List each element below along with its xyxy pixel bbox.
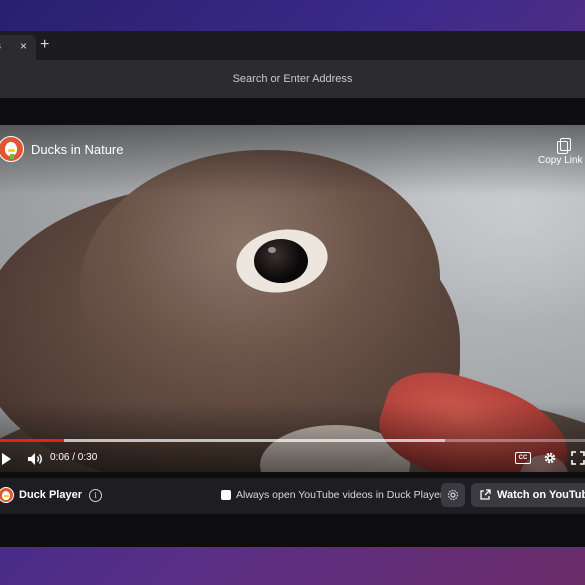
toolbar: Search or Enter Address [0,60,585,98]
duck-player-bar: Duck Player i Always open YouTube videos… [0,478,585,514]
always-open-checkbox[interactable] [221,490,231,500]
fullscreen-icon[interactable] [571,451,585,465]
external-link-icon [480,489,491,500]
close-icon[interactable]: × [20,39,27,53]
address-bar[interactable]: Search or Enter Address [0,66,585,92]
plus-icon[interactable]: + [40,37,49,53]
copy-link-button[interactable]: Copy Link [538,138,585,166]
volume-icon[interactable] [27,452,43,466]
duck-image-eye [254,239,308,283]
play-icon[interactable] [2,453,11,465]
copy-icon [557,138,571,154]
cc-icon[interactable]: CC [515,452,531,464]
gear-icon[interactable] [543,451,557,465]
duck-image-eye-glint [268,247,276,253]
player-controls: 0:06 / 0:30 CC [0,447,585,469]
info-icon[interactable]: i [88,488,102,502]
page-content: Ducks in Nature Copy Link 0:06 / 0:30 CC [0,98,585,547]
buffered-bar [0,439,445,442]
copy-link-label: Copy Link [538,155,583,166]
played-bar [0,439,65,442]
tab-active[interactable]: s × [0,35,36,60]
address-placeholder: Search or Enter Address [232,73,353,85]
tab-title: s [0,41,1,52]
browser-window: s × + Search or Enter Address [0,31,585,547]
video-player[interactable]: Ducks in Nature Copy Link 0:06 / 0:30 CC [0,125,585,472]
channel-header[interactable]: Ducks in Nature [0,136,123,162]
always-open-label: Always open YouTube videos in Duck Playe… [236,489,444,501]
watch-on-youtube-button[interactable]: Watch on YouTube [471,483,585,507]
watch-on-youtube-label: Watch on YouTube [497,489,585,501]
progress-bar[interactable] [0,439,585,442]
duck-player-brand: Duck Player i [0,487,102,503]
duck-player-settings-button[interactable] [441,483,465,507]
video-title: Ducks in Nature [31,141,124,157]
tab-bar: s × + [0,31,585,60]
duckduckgo-logo-icon [0,487,14,503]
always-open-toggle[interactable]: Always open YouTube videos in Duck Playe… [221,489,443,501]
time-display: 0:06 / 0:30 [50,452,98,463]
gear-icon [447,489,459,501]
duck-player-label: Duck Player [19,489,82,501]
duckduckgo-logo-icon [0,136,24,162]
